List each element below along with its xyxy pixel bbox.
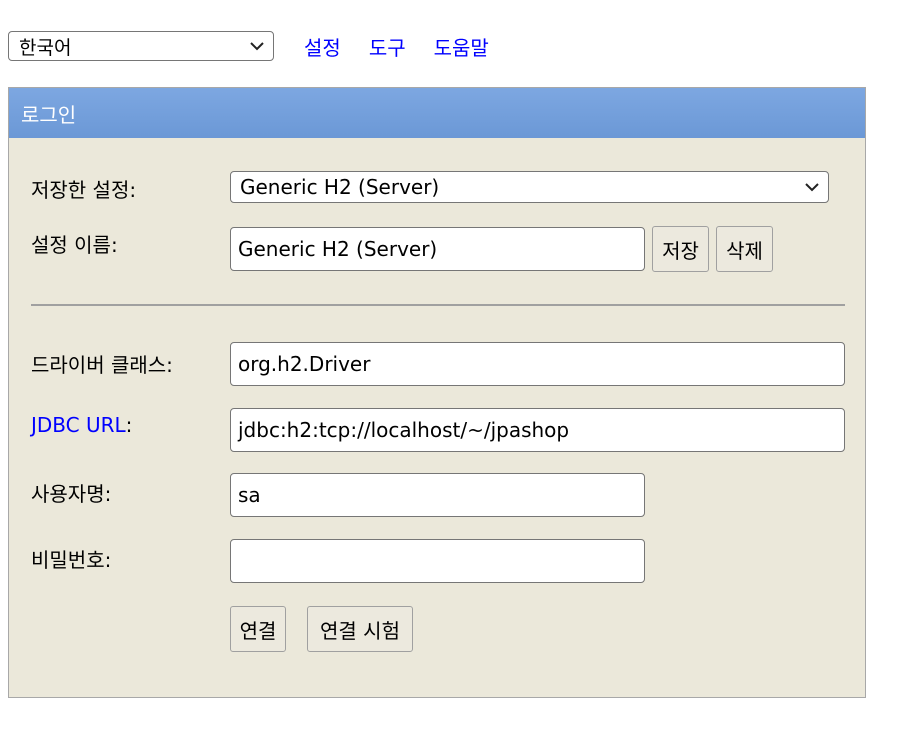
login-panel: 로그인 저장한 설정: Generic H2 (Server) 설정 이름: G… xyxy=(8,87,866,698)
password-input[interactable] xyxy=(230,539,645,583)
jdbc-url-colon: : xyxy=(125,413,133,437)
jdbc-url-label[interactable]: JDBC URL: xyxy=(31,413,132,437)
driver-class-value: org.h2.Driver xyxy=(238,352,371,376)
saved-settings-value: Generic H2 (Server) xyxy=(240,175,440,199)
username-value: sa xyxy=(238,483,261,507)
saved-settings-select[interactable]: Generic H2 (Server) xyxy=(230,171,829,203)
save-button[interactable]: 저장 xyxy=(652,226,709,272)
jdbc-url-label-text[interactable]: JDBC URL xyxy=(31,413,126,437)
language-select-value: 한국어 xyxy=(19,36,72,59)
chevron-down-icon xyxy=(805,183,819,192)
setting-name-input[interactable]: Generic H2 (Server) xyxy=(230,227,645,271)
chevron-down-icon xyxy=(250,42,264,51)
username-label: 사용자명: xyxy=(31,482,112,506)
help-link[interactable]: 도움말 xyxy=(434,32,489,61)
setting-name-value: Generic H2 (Server) xyxy=(238,237,438,261)
settings-link[interactable]: 설정 xyxy=(304,32,341,61)
jdbc-url-value: jdbc:h2:tcp://localhost/~/jpashop xyxy=(238,418,570,442)
saved-settings-label: 저장한 설정: xyxy=(31,178,137,202)
password-label: 비밀번호: xyxy=(31,548,112,572)
divider xyxy=(31,304,845,306)
jdbc-url-input[interactable]: jdbc:h2:tcp://localhost/~/jpashop xyxy=(230,408,845,452)
tools-link[interactable]: 도구 xyxy=(369,32,406,61)
top-bar: 한국어 설정 도구 도움말 xyxy=(8,29,489,63)
username-input[interactable]: sa xyxy=(230,473,645,517)
driver-class-input[interactable]: org.h2.Driver xyxy=(230,342,845,386)
login-header: 로그인 xyxy=(9,88,865,138)
test-connection-button[interactable]: 연결 시험 xyxy=(307,606,413,652)
delete-button[interactable]: 삭제 xyxy=(716,226,773,272)
login-title: 로그인 xyxy=(21,102,77,127)
setting-name-label: 설정 이름: xyxy=(31,233,118,257)
driver-class-label: 드라이버 클래스: xyxy=(31,353,173,377)
connect-button[interactable]: 연결 xyxy=(230,606,286,652)
language-select[interactable]: 한국어 xyxy=(8,31,274,61)
